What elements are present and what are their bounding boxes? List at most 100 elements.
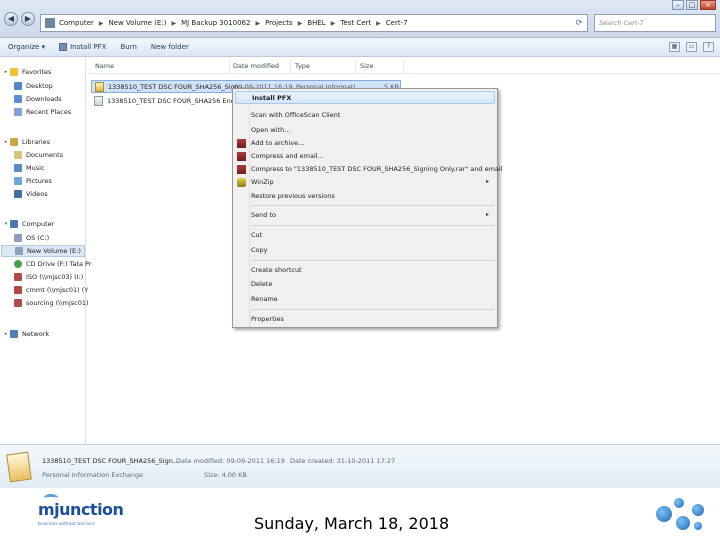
minimize-button[interactable]: – <box>672 0 684 10</box>
menu-item-install-pfx[interactable]: Install PFX <box>235 91 495 104</box>
menu-label: Restore previous versions <box>251 192 335 200</box>
menu-item-scan[interactable]: Scan with OfficeScan Client <box>235 109 495 122</box>
menu-item-open-with[interactable]: Open with... <box>235 124 495 137</box>
details-pane: 1338510_TEST DSC FOUR_SHA256_Sign... Dat… <box>0 444 720 488</box>
menu-item-copy[interactable]: Copy <box>235 244 495 257</box>
nav-network[interactable]: ▸ Network <box>2 328 49 340</box>
back-button[interactable]: ◀ <box>4 12 18 26</box>
menu-item-delete[interactable]: Delete <box>235 278 495 291</box>
breadcrumb-separator-icon[interactable]: ▶ <box>331 20 336 27</box>
organize-button[interactable]: Organize ▾ <box>8 43 45 51</box>
breadcrumb-separator-icon[interactable]: ▶ <box>376 20 381 27</box>
search-input[interactable]: Search Cert-7 <box>594 14 716 32</box>
nav-drive-sourcing[interactable]: sourcing (\\mjsc01) <box>14 297 89 309</box>
column-divider[interactable] <box>229 60 230 74</box>
nav-drive-f[interactable]: CD Drive (F:) Tata Pr <box>14 258 92 270</box>
nav-desktop[interactable]: Desktop <box>14 80 53 92</box>
refresh-icon[interactable]: ⟳ <box>573 17 585 29</box>
menu-label: Compress and email... <box>251 152 324 160</box>
desktop-icon <box>14 82 22 90</box>
breadcrumb-item[interactable]: New Volume (E:) <box>108 19 166 27</box>
address-bar[interactable]: Computer ▶ New Volume (E:) ▶ MJ Backup 301… <box>40 14 588 32</box>
breadcrumb-separator-icon[interactable]: ▶ <box>99 20 104 27</box>
submenu-arrow-icon: ▸ <box>485 211 489 218</box>
breadcrumb-item[interactable]: BHEL <box>307 19 325 27</box>
column-divider[interactable] <box>290 60 291 74</box>
submenu-arrow-icon: ▸ <box>485 178 489 185</box>
breadcrumb-separator-icon[interactable]: ▶ <box>255 20 260 27</box>
menu-item-winzip[interactable]: WinZip ▸ <box>235 176 495 189</box>
install-pfx-button[interactable]: Install PFX <box>59 43 106 51</box>
burn-button[interactable]: Burn <box>120 43 136 51</box>
help-icon[interactable]: ? <box>703 42 714 52</box>
nav-libraries[interactable]: ▸ Libraries <box>2 136 50 148</box>
menu-item-compress-email[interactable]: Compress and email... <box>235 150 495 163</box>
certificate-file-icon <box>94 95 103 106</box>
expander-icon[interactable]: ▸ <box>2 331 10 337</box>
breadcrumb-item[interactable]: Projects <box>265 19 293 27</box>
nav-favorites[interactable]: ▸ Favorites <box>2 66 51 78</box>
menu-item-add-archive[interactable]: Add to archive... <box>235 137 495 150</box>
column-header-name[interactable]: Name <box>95 62 114 70</box>
breadcrumb-item[interactable]: Computer <box>59 19 94 27</box>
breadcrumb-separator-icon[interactable]: ▶ <box>298 20 303 27</box>
expander-icon[interactable]: ▾ <box>2 221 10 227</box>
network-drive-icon <box>14 286 22 294</box>
folder-icon <box>45 18 55 28</box>
nav-drive-i[interactable]: ISO (\\mjsc03) (I:) <box>14 271 83 283</box>
navigation-pane: ▸ Favorites Desktop Downloads Recent Plac… <box>0 58 92 444</box>
column-header-size[interactable]: Size <box>360 62 373 70</box>
videos-icon <box>14 190 22 198</box>
nav-downloads[interactable]: Downloads <box>14 93 62 105</box>
column-header-type[interactable]: Type <box>295 62 310 70</box>
nav-pictures[interactable]: Pictures <box>14 175 52 187</box>
menu-item-cut[interactable]: Cut <box>235 229 495 242</box>
nav-drive-e[interactable]: New Volume (E:) <box>1 245 85 257</box>
close-button[interactable]: × <box>700 0 716 10</box>
winzip-icon <box>237 178 246 187</box>
menu-item-rename[interactable]: Rename <box>235 293 495 306</box>
maximize-button[interactable]: □ <box>686 0 698 10</box>
breadcrumb-item[interactable]: Cert-7 <box>386 19 408 27</box>
menu-item-restore[interactable]: Restore previous versions <box>235 190 495 203</box>
menu-item-send-to[interactable]: Send to ▸ <box>235 209 495 222</box>
computer-icon <box>10 220 18 228</box>
nav-label: Documents <box>26 151 64 159</box>
nav-label: New Volume (E:) <box>27 247 81 255</box>
menu-item-create-shortcut[interactable]: Create shortcut <box>235 264 495 277</box>
nav-music[interactable]: Music <box>14 162 45 174</box>
expander-icon[interactable]: ▸ <box>2 69 10 75</box>
menu-label: WinZip <box>251 178 274 186</box>
expander-icon[interactable]: ▸ <box>2 139 10 145</box>
file-row[interactable]: 1338510_TEST DSC FOUR_SHA256 Encryp... <box>91 94 251 107</box>
cd-drive-icon <box>14 260 22 268</box>
menu-item-compress-to[interactable]: Compress to "1338510_TEST DSC FOUR_SHA25… <box>235 163 503 176</box>
nav-label: OS (C:) <box>26 234 50 242</box>
nav-recent-places[interactable]: Recent Places <box>14 106 71 118</box>
forward-button[interactable]: ▶ <box>21 12 35 26</box>
nav-label: Computer <box>22 220 55 228</box>
menu-label: Compress to "1338510_TEST DSC FOUR_SHA25… <box>251 165 503 173</box>
column-divider[interactable] <box>355 60 356 74</box>
column-divider[interactable] <box>403 60 404 74</box>
nav-videos[interactable]: Videos <box>14 188 48 200</box>
new-folder-button[interactable]: New folder <box>151 43 189 51</box>
nav-drive-y[interactable]: cmmt (\\mjsc01) (Y <box>14 284 88 296</box>
menu-label: Install PFX <box>252 94 292 102</box>
menu-label: Send to <box>251 211 276 219</box>
breadcrumb-separator-icon[interactable]: ▶ <box>171 20 176 27</box>
view-options-icon[interactable]: ▦ <box>669 42 680 52</box>
nav-label: Downloads <box>26 95 62 103</box>
breadcrumb-item[interactable]: Test Cert <box>340 19 371 27</box>
network-drive-icon <box>14 273 22 281</box>
winrar-icon <box>237 139 246 148</box>
nav-documents[interactable]: Documents <box>14 149 63 161</box>
menu-separator <box>251 309 495 310</box>
column-header-date[interactable]: Date modified <box>233 62 279 70</box>
breadcrumb-item[interactable]: MJ Backup 3010062 <box>181 19 250 27</box>
menu-item-properties[interactable]: Properties <box>235 313 495 326</box>
nav-computer[interactable]: ▾ Computer <box>2 218 54 230</box>
preview-pane-icon[interactable]: ▭ <box>686 42 697 52</box>
nav-drive-c[interactable]: OS (C:) <box>14 232 49 244</box>
nav-label: Desktop <box>26 82 53 90</box>
